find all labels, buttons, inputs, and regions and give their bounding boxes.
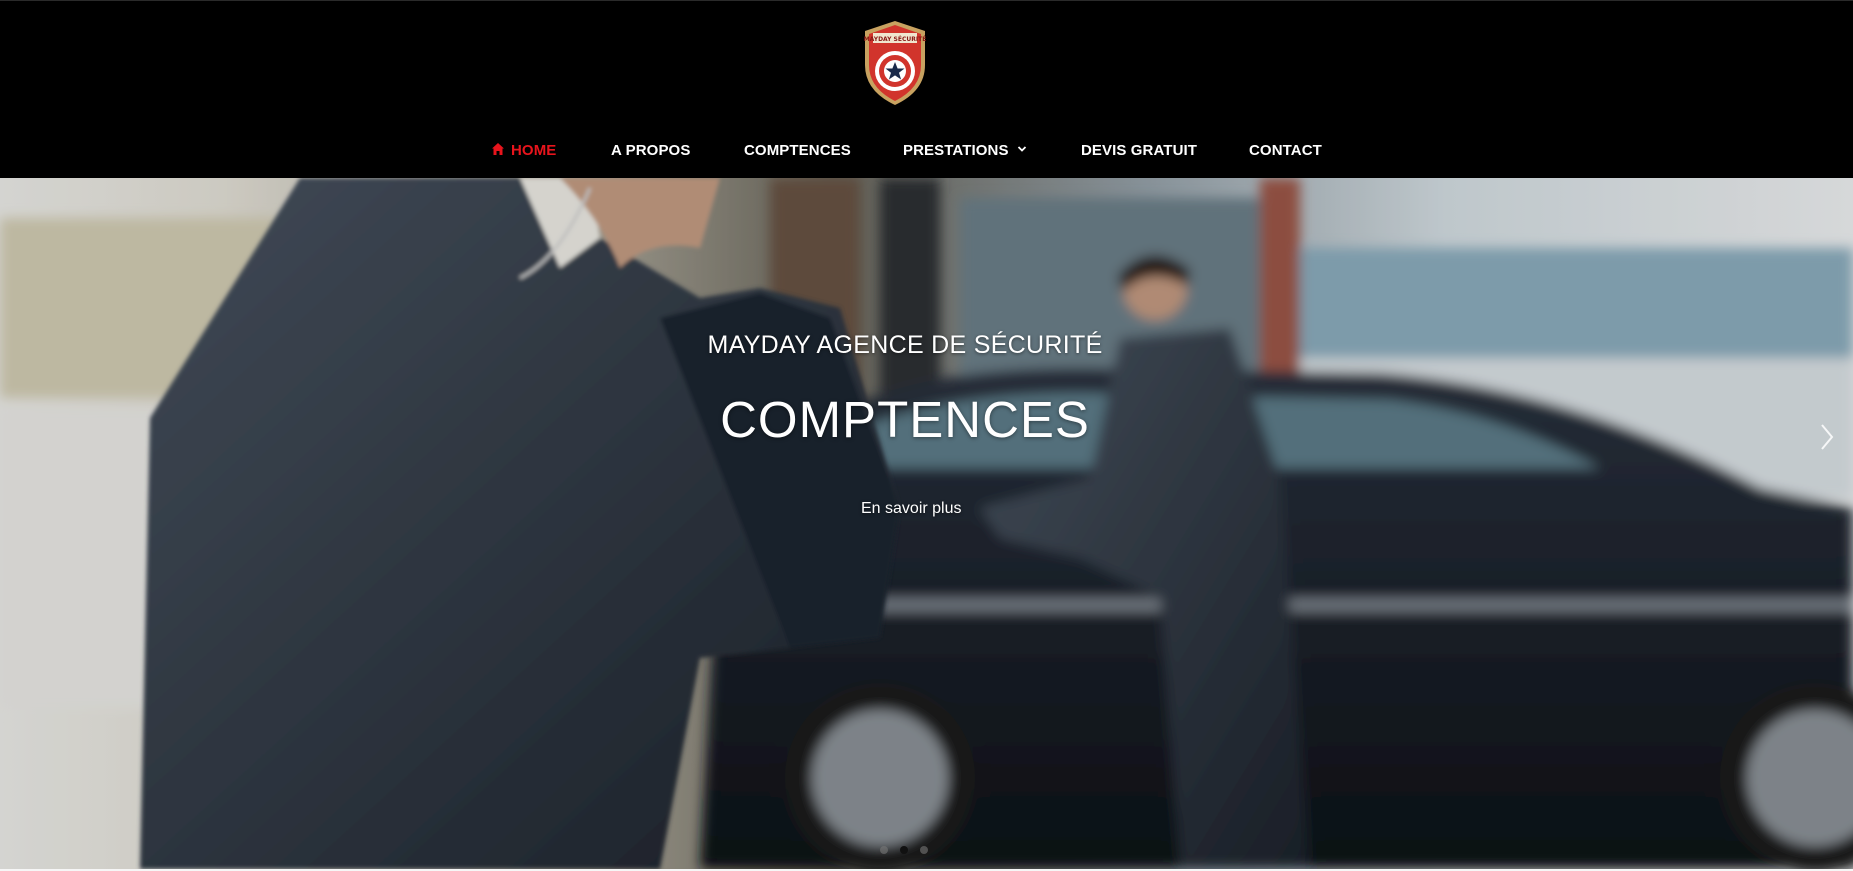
learn-more-link[interactable]: En savoir plus	[861, 500, 962, 518]
nav-item-comptences-label: COMPTENCES	[744, 142, 851, 159]
chevron-right-icon[interactable]	[1819, 422, 1835, 452]
nav-item-prestations[interactable]: PRESTATIONS	[903, 141, 1027, 161]
slider-dot-1[interactable]	[880, 846, 888, 854]
slider-dot-3[interactable]	[920, 846, 928, 854]
shield-star-logo[interactable]: MAYDAY SÉCURITÉ	[859, 19, 931, 107]
nav-item-home[interactable]: HOME	[491, 141, 556, 161]
nav-item-contact-label: CONTACT	[1249, 142, 1322, 159]
nav-item-devis-gratuit[interactable]: DEVIS GRATUIT	[1081, 141, 1197, 161]
nav-item-comptences[interactable]: COMPTENCES	[744, 141, 851, 161]
nav-item-contact[interactable]: CONTACT	[1249, 141, 1322, 161]
nav-item-a-propos-label: A PROPOS	[611, 142, 691, 159]
hero-title: COMPTENCES	[720, 391, 1090, 448]
home-icon	[492, 143, 504, 155]
chevron-down-icon	[1017, 146, 1026, 152]
main-navigation: HOME A PROPOS COMPTENCES PRESTATIONS DEV…	[0, 131, 1853, 171]
hero-slider: MAYDAY AGENCE DE SÉCURITÉ COMPTENCES En …	[0, 178, 1853, 869]
nav-item-home-label: HOME	[511, 142, 557, 159]
hero-kicker: MAYDAY AGENCE DE SÉCURITÉ	[707, 331, 1103, 359]
site-header: MAYDAY SÉCURITÉ HOME A PROPOS COMPTENCES…	[0, 0, 1853, 178]
svg-text:MAYDAY SÉCURITÉ: MAYDAY SÉCURITÉ	[864, 35, 927, 43]
hero-overlay	[0, 178, 1853, 869]
slider-dot-2[interactable]	[900, 846, 908, 854]
nav-item-devis-gratuit-label: DEVIS GRATUIT	[1081, 142, 1198, 159]
nav-item-prestations-label: PRESTATIONS	[903, 142, 1009, 159]
nav-item-a-propos[interactable]: A PROPOS	[611, 141, 690, 161]
